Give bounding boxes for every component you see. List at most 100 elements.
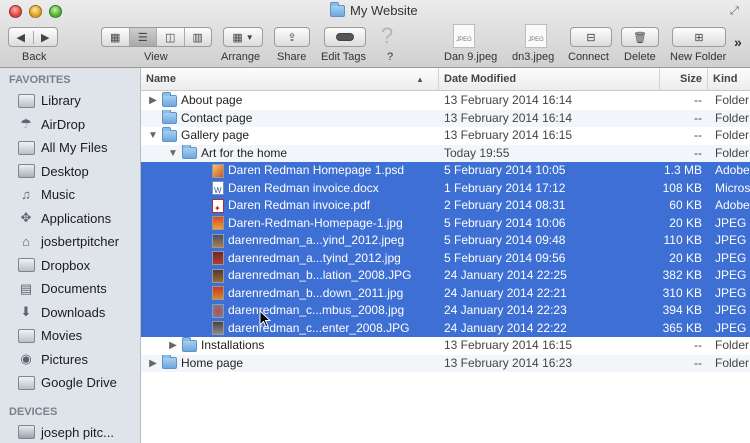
file-row[interactable]: Daren Redman Homepage 1.psd 5 February 20… <box>141 162 750 180</box>
sidebar-item-label: Pictures <box>41 351 88 367</box>
file-row[interactable]: darenredman_a...tyind_2012.jpg 5 February… <box>141 249 750 267</box>
sidebar-item-josbertpitcher[interactable]: ⌂ josbertpitcher <box>0 230 140 254</box>
sidebar-item-applications[interactable]: ✥ Applications <box>0 207 140 231</box>
fullscreen-icon[interactable]: ⤢ <box>730 5 739 18</box>
kind-column-header[interactable]: Kind <box>707 68 750 91</box>
name-cell: Daren Redman invoice.docx <box>188 180 379 197</box>
sidebar-item-label: Downloads <box>41 304 106 320</box>
sidebar-item-documents[interactable]: ▤ Documents <box>0 277 140 301</box>
sidebar-item-google-drive[interactable]: Google Drive <box>0 371 140 395</box>
sidebar-item-pictures[interactable]: ◉ Pictures <box>0 348 140 372</box>
folder-row[interactable]: ▼ Gallery page 13 February 2014 16:15 -- Fol… <box>141 127 750 145</box>
name-cell: darenredman_b...down_2011.jpg <box>188 285 403 303</box>
back-forward-control[interactable]: ◀ ▶ <box>8 27 58 47</box>
disclosure-closed-icon[interactable]: ▶ <box>168 337 178 355</box>
jpg-file-icon <box>212 286 224 301</box>
sidebar-item-desktop[interactable]: Desktop <box>0 160 140 184</box>
disclosure-closed-icon[interactable]: ▶ <box>148 355 158 373</box>
disclosure-closed-icon[interactable]: ▶ <box>148 92 158 110</box>
dan9-label[interactable]: Dan 9.jpeg <box>444 51 497 63</box>
size-cell: 20 KB <box>669 215 702 230</box>
toolbar-overflow-icon[interactable]: » <box>734 34 742 50</box>
column-view-icon[interactable]: ◫ <box>156 28 184 46</box>
disclosure-open-icon[interactable]: ▼ <box>148 127 158 145</box>
sidebar-item-movies[interactable]: Movies <box>0 324 140 348</box>
jpg-file-icon <box>212 303 224 318</box>
date-modified-cell: 13 February 2014 16:15 <box>444 128 573 142</box>
file-name: About page <box>181 93 243 107</box>
disclosure-open-icon[interactable]: ▼ <box>168 145 178 163</box>
edit-tags-label: Edit Tags <box>321 51 367 63</box>
help-icon[interactable]: ? <box>381 23 393 49</box>
applications-icon: ✥ <box>20 210 32 226</box>
file-row[interactable]: darenredman_a...yind_2012.jpeg 5 February… <box>141 232 750 250</box>
date-modified-cell: 2 February 2014 08:31 <box>444 198 566 212</box>
trash-icon: 🗑 <box>633 31 647 44</box>
sidebar-item-airdrop[interactable]: ☂ AirDrop <box>0 113 140 137</box>
dan9-thumbnail-icon[interactable]: JPEG <box>453 24 475 48</box>
delete-button[interactable]: 🗑 <box>621 27 659 47</box>
folder-row[interactable]: ▶ Installations 13 February 2014 16:15 -- Fo… <box>141 337 750 355</box>
folder-row[interactable]: ▼ Art for the home Today 19:55 -- Folder <box>141 144 750 163</box>
close-window-button[interactable] <box>9 5 22 18</box>
toolbar: My Website ⤢ ◀ ▶ Back ▦ ☰ ◫ ▥ View ▦ ▼ A… <box>0 0 750 68</box>
file-name: Daren Redman invoice.pdf <box>228 198 371 212</box>
file-row[interactable]: darenredman_b...down_2011.jpg 24 January … <box>141 284 750 303</box>
mouse-pointer-icon <box>259 310 271 328</box>
sidebar-item-dropbox[interactable]: Dropbox <box>0 254 140 278</box>
name-cell: ▼ Gallery page <box>148 127 249 145</box>
sidebar-item-label: All My Files <box>41 140 108 156</box>
view-switcher[interactable]: ▦ ☰ ◫ ▥ <box>101 27 212 47</box>
sidebar-item-music[interactable]: ♫ Music <box>0 183 140 207</box>
edit-tags-button[interactable] <box>324 27 366 47</box>
kind-cell: Folder <box>715 145 750 160</box>
sidebar-item-library[interactable]: Library <box>0 89 140 113</box>
sidebar-item-all-my-files[interactable]: All My Files <box>0 136 140 160</box>
file-row[interactable]: darenredman_b...lation_2008.JPG 24 Januar… <box>141 267 750 285</box>
name-cell: ▶ Home page <box>148 354 243 373</box>
folder-icon <box>162 127 177 142</box>
folder-row[interactable]: ▶ About page 13 February 2014 16:14 -- Folde… <box>141 92 750 110</box>
size-cell: -- <box>694 145 702 160</box>
zoom-window-button[interactable] <box>49 5 62 18</box>
psd-file-icon <box>212 163 224 178</box>
kind-cell: JPEG in <box>715 268 750 282</box>
icon-view-icon[interactable]: ▦ <box>102 28 129 46</box>
connect-button[interactable]: ⊟ <box>570 27 612 47</box>
forward-arrow-icon[interactable]: ▶ <box>32 30 58 44</box>
name-column-header[interactable]: Name <box>141 68 438 91</box>
kind-cell: JPEG in <box>715 320 750 335</box>
date-modified-cell: 13 February 2014 16:14 <box>444 93 573 107</box>
list-view-icon[interactable]: ☰ <box>128 28 156 46</box>
minimize-window-button[interactable] <box>29 5 42 18</box>
date-modified-cell: 13 February 2014 16:14 <box>444 110 573 125</box>
folder-row[interactable]: Contact page 13 February 2014 16:14 -- Fold… <box>141 109 750 127</box>
dn3-label[interactable]: dn3.jpeg <box>512 51 554 63</box>
size-column-header[interactable]: Size <box>659 68 707 91</box>
sidebar-item-label: Music <box>41 187 75 203</box>
date-modified-column-header[interactable]: Date Modified <box>438 68 659 91</box>
tag-icon <box>336 33 354 41</box>
sidebar-device-joseph-pitc[interactable]: joseph pitc... <box>0 421 140 443</box>
size-cell: -- <box>694 338 702 352</box>
coverflow-view-icon[interactable]: ▥ <box>183 28 212 46</box>
folder-row[interactable]: ▶ Home page 13 February 2014 16:23 -- Folder <box>141 354 750 373</box>
date-modified-cell: 13 February 2014 16:23 <box>444 355 573 370</box>
new-folder-button[interactable]: ⊞ <box>672 27 726 47</box>
file-row[interactable]: darenredman_c...enter_2008.JPG 24 January… <box>141 319 750 337</box>
docx-file-icon <box>212 181 224 197</box>
file-row[interactable]: Daren-Redman-Homepage-1.jpg 5 February 20… <box>141 214 750 232</box>
arrange-button[interactable]: ▦ ▼ <box>223 27 263 47</box>
movies-icon <box>17 328 35 344</box>
file-row[interactable]: Daren Redman invoice.docx 1 February 2014… <box>141 179 750 197</box>
share-button[interactable]: ⇪ <box>274 27 310 47</box>
sidebar-item-downloads[interactable]: ⬇ Downloads <box>0 301 140 325</box>
finder-window: My Website ⤢ ◀ ▶ Back ▦ ☰ ◫ ▥ View ▦ ▼ A… <box>0 0 750 443</box>
file-row[interactable]: darenredman_c...mbus_2008.jpg 24 January … <box>141 302 750 320</box>
name-cell: ▼ Art for the home <box>168 144 287 163</box>
size-cell: 365 KB <box>662 320 702 335</box>
file-name: darenredman_b...down_2011.jpg <box>228 285 404 300</box>
file-row[interactable]: Daren Redman invoice.pdf 2 February 2014 … <box>141 197 750 215</box>
back-arrow-icon[interactable]: ◀ <box>9 31 33 44</box>
dn3-thumbnail-icon[interactable]: JPEG <box>525 24 547 48</box>
